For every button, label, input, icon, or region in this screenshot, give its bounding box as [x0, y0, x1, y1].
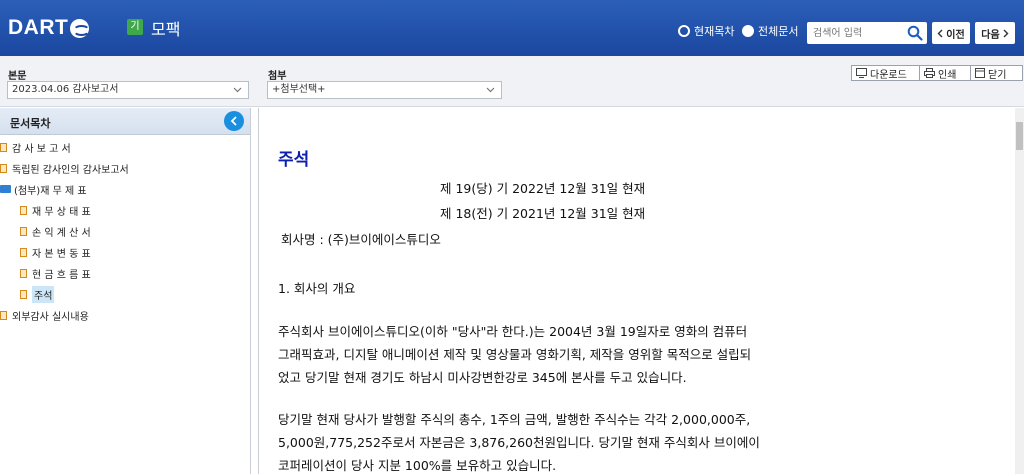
document-type-badge: 기 [127, 19, 143, 35]
toc-item-label: 손 익 계 산 서 [32, 227, 91, 239]
period-current: 제 19(당) 기 2022년 12월 31일 현재 [440, 181, 646, 196]
toc-item-cash-flow[interactable]: 현 금 흐 름 표 [20, 264, 91, 282]
prev-label: 이전 [946, 29, 965, 41]
download-label: 다운로드 [870, 69, 907, 81]
chevron-right-icon [1003, 29, 1009, 37]
radio-all-documents[interactable]: 전체문서 [742, 23, 798, 39]
toc-item-audit-report[interactable]: 감 사 보 고 서 [0, 138, 71, 156]
folder-open-icon [0, 185, 11, 193]
close-label: 닫기 [988, 69, 1007, 81]
toc-item-notes[interactable]: 주석 [20, 285, 55, 303]
toc-item-label: 감 사 보 고 서 [12, 143, 71, 155]
content-scrollbar[interactable] [1015, 108, 1024, 474]
radio-unchecked-icon [678, 25, 690, 37]
toc-item-equity-changes[interactable]: 자 본 변 동 표 [20, 243, 91, 261]
toc-item-balance-sheet[interactable]: 재 무 상 태 표 [20, 201, 91, 219]
heading-company-overview: 1. 회사의 개요 [278, 281, 356, 296]
paragraph-line: 었고 당기말 현재 경기도 하남시 미사강변한강로 345에 본사를 두고 있습… [278, 370, 687, 385]
top-header: DART 기 모팩 현재목차 전체문서 이전 다음 [0, 0, 1024, 56]
prev-button[interactable]: 이전 [932, 22, 970, 44]
radio-current-toc[interactable]: 현재목차 [678, 23, 734, 39]
period-prior: 제 18(전) 기 2021년 12월 31일 현재 [440, 206, 646, 221]
document-icon [20, 268, 27, 278]
paragraph-line: 주식회사 브이에이스튜디오(이하 "당사"라 한다.)는 2004년 3월 19… [278, 324, 748, 339]
toc-item-label: 자 본 변 동 표 [32, 248, 91, 260]
toc-item-independent-auditor-report[interactable]: 독립된 감사인의 감사보고서 [0, 159, 129, 177]
company-title: 모팩 [151, 20, 181, 39]
search-input[interactable] [813, 22, 907, 44]
company-name: 회사명 : (주)브이에이스튜디오 [281, 232, 441, 247]
document-icon [20, 247, 27, 257]
dart-logo[interactable]: DART [8, 16, 91, 40]
close-window-icon [975, 68, 985, 78]
paragraph-line: 당기말 현재 당사가 발행할 주식의 총수, 1주의 금액, 발행한 주식수는 … [278, 412, 751, 427]
toc-item-label: 독립된 감사인의 감사보고서 [12, 164, 129, 176]
next-label: 다음 [981, 29, 1000, 41]
attachment-select[interactable]: +첨부선택+ [267, 81, 502, 99]
toc-item-label: 재 무 상 태 표 [32, 206, 91, 218]
scrollbar-thumb[interactable] [1016, 122, 1023, 150]
close-button[interactable]: 닫기 [970, 65, 1023, 81]
toc-item-label: 외부감사 실시내용 [12, 311, 89, 323]
printer-icon [924, 68, 935, 78]
attachment-value: +첨부선택+ [272, 84, 326, 95]
document-icon [0, 310, 7, 320]
document-icon [20, 205, 27, 215]
toc-header: 문서목차 [0, 108, 250, 135]
print-button[interactable]: 인쇄 [919, 65, 973, 81]
attachment-label: 첨부 [268, 71, 287, 82]
document-toolbar: 본문 2023.04.06 감사보고서 첨부 +첨부선택+ 다운로드 인쇄 닫기 [0, 56, 1024, 107]
section-title: 주석 [278, 150, 310, 170]
globe-icon [70, 18, 91, 38]
document-icon [0, 163, 7, 173]
document-icon [0, 142, 7, 152]
paragraph-line: 그래픽효과, 디지탈 애니메이션 제작 및 영상물과 영화기획, 제작을 영위할… [278, 347, 752, 362]
paragraph-line: 5,000원,775,252주로서 자본금은 3,876,260천원입니다. 당… [278, 435, 760, 450]
radio-current-label: 현재목차 [694, 25, 735, 38]
chevron-down-icon [486, 87, 495, 93]
toc-item-label: (첨부)재 무 제 표 [14, 185, 87, 197]
main-doc-value: 2023.04.06 감사보고서 [12, 84, 119, 95]
next-button[interactable]: 다음 [975, 22, 1015, 44]
toc-item-income-statement[interactable]: 손 익 계 산 서 [20, 222, 91, 240]
toc-sidebar: 문서목차 감 사 보 고 서 독립된 감사인의 감사보고서 (첨부)재 무 제 … [0, 108, 251, 474]
chevron-left-icon [230, 116, 237, 126]
radio-checked-icon [742, 25, 754, 37]
document-icon [20, 226, 27, 236]
search-icon[interactable] [907, 25, 923, 41]
chevron-left-icon [937, 29, 943, 37]
toc-item-financial-statements[interactable]: (첨부)재 무 제 표 [0, 180, 87, 198]
document-icon [20, 289, 27, 299]
download-button[interactable]: 다운로드 [851, 65, 922, 81]
toc-title: 문서목차 [10, 117, 51, 130]
main-doc-select[interactable]: 2023.04.06 감사보고서 [7, 81, 249, 99]
chevron-down-icon [233, 87, 242, 93]
logo-text: DART [8, 16, 69, 39]
search-box [807, 22, 927, 44]
document-viewer: 주석 제 19(당) 기 2022년 12월 31일 현재 제 18(전) 기 … [258, 108, 1017, 474]
print-label: 인쇄 [938, 69, 957, 81]
main-doc-label: 본문 [8, 71, 27, 82]
collapse-sidebar-button[interactable] [224, 111, 244, 131]
toc-item-external-audit[interactable]: 외부감사 실시내용 [0, 306, 89, 324]
radio-all-label: 전체문서 [758, 25, 799, 38]
toc-item-label: 현 금 흐 름 표 [32, 269, 91, 281]
monitor-icon [856, 68, 867, 78]
toc-item-label: 주석 [32, 285, 55, 303]
paragraph-line: 코퍼레이션이 당사 지분 100%를 보유하고 있습니다. [278, 458, 557, 473]
